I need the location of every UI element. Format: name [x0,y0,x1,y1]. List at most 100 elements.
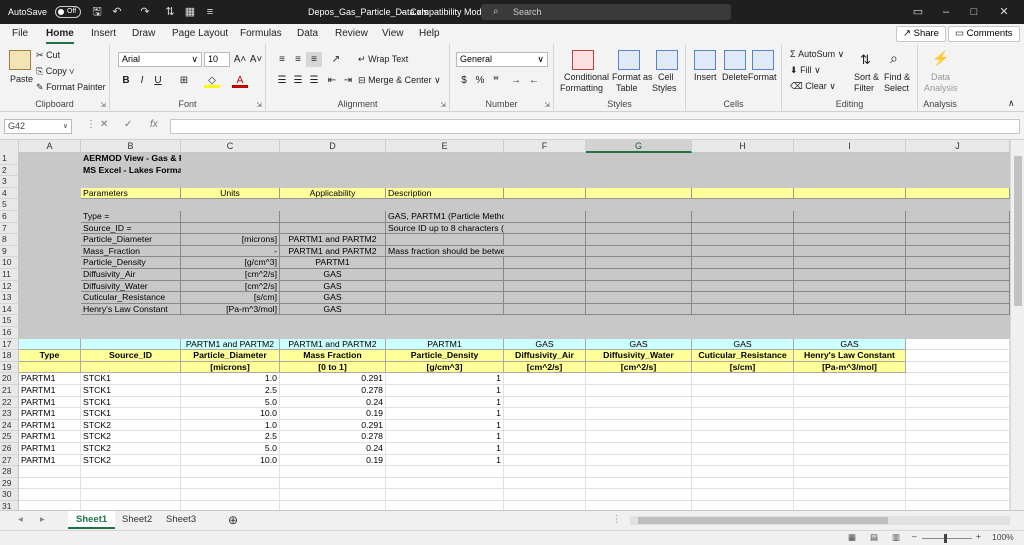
row-header[interactable]: 24 [0,419,19,432]
cell-b[interactable]: Cuticular_Resistance [81,292,181,304]
cell-i[interactable] [794,489,906,501]
cell-h[interactable] [692,501,794,510]
compatibility-mode[interactable]: Compatibility Mode [410,0,487,24]
cell-f[interactable] [504,234,586,246]
cell-g[interactable] [586,280,692,293]
cell-i[interactable] [794,373,906,385]
format-cells-button[interactable]: Format [748,72,777,82]
cell-b[interactable]: STCK1 [81,373,181,385]
row-header[interactable]: 4 [0,187,19,200]
horizontal-scrollbar[interactable] [630,516,1010,525]
cell-c[interactable]: 1.0 [181,373,280,385]
cell-b[interactable]: Diffusivity_Air [81,269,181,281]
cell-d[interactable] [280,211,386,223]
cell-i[interactable] [794,176,906,188]
row-header[interactable]: 27 [0,454,19,467]
cell-j[interactable] [906,373,1010,385]
cell-j[interactable] [906,408,1010,420]
cell-g[interactable] [586,153,692,165]
select-all-button[interactable] [0,140,19,153]
cell-f[interactable] [504,385,586,397]
cell-a[interactable] [19,269,81,281]
cell-d[interactable] [280,466,386,478]
cell-d[interactable]: GAS [280,280,386,293]
cell-g[interactable] [586,234,692,246]
cell-c[interactable]: 10.0 [181,408,280,420]
cell-h[interactable] [692,373,794,385]
cell-b[interactable] [81,489,181,501]
cell-b[interactable]: Particle_Density [81,257,181,269]
cell-g[interactable] [586,269,692,281]
cell-b[interactable] [81,315,181,327]
cell-f[interactable] [504,153,586,165]
wrap-text-button[interactable]: ↵ Wrap Text [358,54,408,65]
cell-d[interactable] [280,477,386,490]
cell-i[interactable] [794,211,906,223]
cell-a[interactable] [19,164,81,177]
cell-d[interactable]: GAS [280,269,386,281]
cell-f[interactable]: Diffusivity_Air [504,350,586,362]
orientation-icon[interactable]: ↗ [328,52,344,67]
cell-h[interactable] [692,385,794,397]
cell-i[interactable] [794,292,906,304]
cell-h[interactable] [692,396,794,409]
cell-g[interactable] [586,385,692,397]
cell-b[interactable] [81,176,181,188]
cell-g[interactable] [586,396,692,409]
cell-a[interactable]: Type [19,350,81,362]
cell-f[interactable] [504,443,586,455]
cell-e[interactable]: 1 [386,385,504,397]
delete-cells-button[interactable]: Delete [722,72,748,82]
cell-e[interactable]: 1 [386,419,504,432]
cell-f[interactable] [504,408,586,420]
increase-decimal-icon[interactable]: → [508,73,524,88]
cell-c[interactable]: Units [181,187,280,200]
cell-j[interactable] [906,222,1010,235]
cell-d[interactable]: 0.278 [280,431,386,443]
cell-e[interactable] [386,176,504,188]
cell-g[interactable] [586,187,692,200]
font-size-select[interactable]: 10 [204,52,230,67]
row-header[interactable]: 3 [0,176,19,188]
align-center-icon[interactable]: ☰ [290,73,306,88]
cell-h[interactable] [692,211,794,223]
cell-d[interactable] [280,164,386,177]
cell-i[interactable] [794,501,906,510]
vertical-scrollbar[interactable] [1010,140,1024,510]
cell-j[interactable] [906,431,1010,443]
cancel-icon[interactable]: ✕ [100,119,108,130]
cell-g[interactable] [586,222,692,235]
cell-e[interactable]: [g/cm^3] [386,361,504,374]
cell-h[interactable] [692,454,794,467]
border-icon[interactable]: ⊞ [176,73,192,88]
cell-c[interactable] [181,222,280,235]
cell-h[interactable] [692,408,794,420]
fill-button[interactable]: ⬇ Fill ∨ [790,65,821,76]
row-header[interactable]: 18 [0,350,19,362]
cell-f[interactable] [504,489,586,501]
align-left-icon[interactable]: ☰ [274,73,290,88]
scroll-thumb[interactable] [1014,156,1022,306]
row-header[interactable]: 5 [0,199,19,211]
cell-j[interactable] [906,454,1010,467]
cell-i[interactable] [794,466,906,478]
cell-f[interactable] [504,501,586,510]
cell-g[interactable] [586,419,692,432]
row-header[interactable]: 19 [0,361,19,374]
cell-g[interactable] [586,164,692,177]
cell-f[interactable] [504,269,586,281]
cell-i[interactable] [794,280,906,293]
undo-icon[interactable]: ↶ [110,5,124,19]
cell-f[interactable] [504,477,586,490]
row-header[interactable]: 17 [0,338,19,351]
cell-e[interactable] [386,501,504,510]
prev-sheet-icon[interactable]: ◂ [10,511,31,529]
row-header[interactable]: 22 [0,396,19,409]
cell-i[interactable] [794,419,906,432]
row-header[interactable]: 28 [0,466,19,478]
cell-f[interactable] [504,280,586,293]
row-header[interactable]: 2 [0,164,19,177]
cell-d[interactable] [280,199,386,211]
cell-d[interactable] [280,489,386,501]
cell-a[interactable] [19,280,81,293]
